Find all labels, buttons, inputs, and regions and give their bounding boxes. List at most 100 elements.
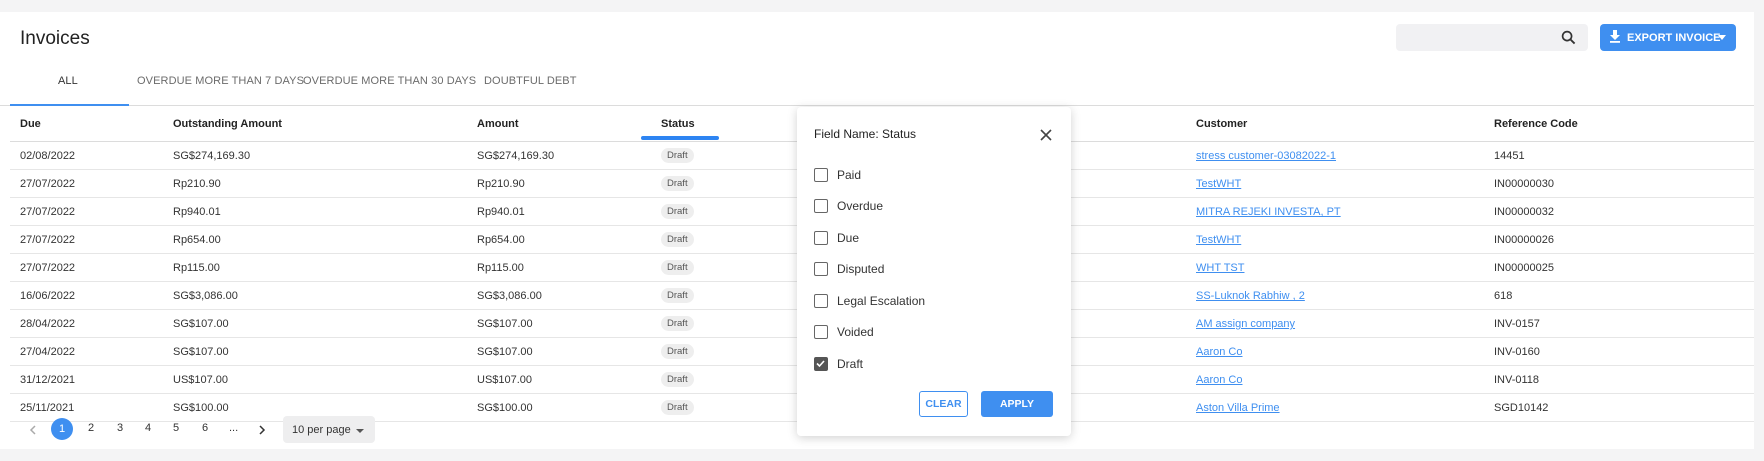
status-badge: Draft — [661, 176, 694, 191]
page-4-button[interactable]: 4 — [145, 422, 151, 434]
tab-all[interactable]: ALL — [58, 75, 78, 87]
column-header-customer[interactable]: Customer — [1196, 118, 1247, 130]
column-header-outstanding-amount[interactable]: Outstanding Amount — [173, 118, 282, 130]
per-page-select[interactable]: 10 per page — [283, 416, 375, 443]
due-date: 28/04/2022 — [20, 318, 76, 330]
due-date: 16/06/2022 — [20, 290, 76, 302]
status-badge: Draft — [661, 372, 694, 387]
search-input[interactable] — [1396, 24, 1588, 51]
outstanding-amount: Rp115.00 — [173, 262, 220, 274]
customer-link[interactable]: Aaron Co — [1196, 346, 1242, 358]
apply-button[interactable]: APPLY — [981, 391, 1053, 417]
option-label: Paid — [837, 168, 862, 182]
outstanding-amount: Rp654.00 — [173, 234, 221, 246]
column-header-reference-code[interactable]: Reference Code — [1494, 118, 1578, 130]
reference-code: IN00000030 — [1494, 178, 1554, 190]
close-icon[interactable] — [1040, 129, 1052, 141]
checkbox[interactable] — [814, 262, 828, 276]
amount: US$107.00 — [477, 374, 533, 386]
option-label: Draft — [837, 357, 864, 371]
clear-button[interactable]: CLEAR — [919, 391, 968, 417]
chevron-down-icon — [356, 429, 364, 433]
customer-link[interactable]: TestWHT — [1196, 234, 1241, 246]
option-label: Voided — [837, 325, 874, 339]
option-label: Disputed — [837, 262, 885, 276]
amount: SG$274,169.30 — [477, 150, 555, 162]
tab-doubtful-debt[interactable]: DOUBTFUL DEBT — [484, 75, 577, 87]
pagination: 1 2 3 4 5 6 ... 10 per page — [0, 416, 400, 444]
outstanding-amount: US$107.00 — [173, 374, 229, 386]
tab-overdue-7-days[interactable]: OVERDUE MORE THAN 7 DAYS — [137, 75, 304, 87]
reference-code: INV-0118 — [1494, 374, 1540, 386]
chevron-down-icon[interactable] — [1718, 35, 1726, 40]
export-invoice-button[interactable]: EXPORT INVOICE — [1600, 24, 1736, 51]
chevron-left-icon[interactable] — [29, 425, 37, 435]
customer-link[interactable]: SS-Luknok Rabhiw , 2 — [1196, 290, 1305, 302]
outstanding-amount: SG$274,169.30 — [173, 150, 251, 162]
chevron-right-icon[interactable] — [258, 425, 266, 435]
checkbox-checked[interactable] — [814, 357, 828, 371]
page-3-button[interactable]: 3 — [117, 422, 123, 434]
option-label: Overdue — [837, 199, 884, 213]
page-2-button[interactable]: 2 — [88, 422, 94, 434]
customer-link[interactable]: Aston Villa Prime — [1196, 402, 1280, 414]
checkbox[interactable] — [814, 231, 828, 245]
outstanding-amount: SG$100.00 — [173, 402, 229, 414]
export-invoice-label: EXPORT INVOICE — [1627, 32, 1721, 44]
amount: Rp654.00 — [477, 234, 525, 246]
status-filter-indicator — [641, 136, 719, 140]
option-label: Legal Escalation — [837, 294, 926, 308]
checkbox[interactable] — [814, 294, 828, 308]
customer-link[interactable]: MITRA REJEKI INVESTA, PT — [1196, 206, 1341, 218]
customer-link[interactable]: WHT TST — [1196, 262, 1244, 274]
status-filter-popover: Field Name: Status Paid Overdue Due Disp… — [797, 107, 1071, 436]
reference-code: INV-0157 — [1494, 318, 1540, 330]
reference-code: IN00000026 — [1494, 234, 1554, 246]
reference-code: IN00000032 — [1494, 206, 1554, 218]
page-ellipsis[interactable]: ... — [229, 422, 238, 434]
amount: Rp210.90 — [477, 178, 525, 190]
status-badge: Draft — [661, 400, 694, 415]
invoice-tabs: ALL OVERDUE MORE THAN 7 DAYS OVERDUE MOR… — [0, 56, 1754, 106]
amount: SG$100.00 — [477, 402, 533, 414]
due-date: 02/08/2022 — [20, 150, 76, 162]
reference-code: 14451 — [1494, 150, 1525, 162]
status-badge: Draft — [661, 148, 694, 163]
checkbox[interactable] — [814, 199, 828, 213]
due-date: 27/04/2022 — [20, 346, 76, 358]
amount: SG$3,086.00 — [477, 290, 542, 302]
page-5-button[interactable]: 5 — [173, 422, 179, 434]
page-title: Invoices — [20, 28, 90, 49]
active-tab-indicator — [10, 104, 129, 106]
outstanding-amount: Rp210.90 — [173, 178, 221, 190]
page-6-button[interactable]: 6 — [202, 422, 208, 434]
status-badge: Draft — [661, 204, 694, 219]
filter-title: Field Name: Status — [814, 127, 917, 141]
due-date: 31/12/2021 — [20, 374, 76, 386]
tab-overdue-30-days[interactable]: OVERDUE MORE THAN 30 DAYS — [303, 75, 476, 87]
per-page-label: 10 per page — [292, 424, 351, 436]
search-icon[interactable] — [1561, 30, 1576, 45]
reference-code: IN00000025 — [1494, 262, 1554, 274]
status-badge: Draft — [661, 316, 694, 331]
reference-code: SGD10142 — [1494, 402, 1549, 414]
due-date: 27/07/2022 — [20, 206, 76, 218]
column-header-status[interactable]: Status — [661, 118, 695, 130]
status-badge: Draft — [661, 260, 694, 275]
customer-link[interactable]: TestWHT — [1196, 178, 1241, 190]
page-1-button[interactable]: 1 — [51, 418, 73, 440]
due-date: 27/07/2022 — [20, 178, 76, 190]
option-label: Due — [837, 231, 860, 245]
checkbox[interactable] — [814, 325, 828, 339]
customer-link[interactable]: stress customer-03082022-1 — [1196, 150, 1336, 162]
customer-link[interactable]: Aaron Co — [1196, 374, 1242, 386]
amount: SG$107.00 — [477, 346, 533, 358]
column-header-amount[interactable]: Amount — [477, 118, 519, 130]
column-header-due[interactable]: Due — [20, 118, 41, 130]
outstanding-amount: SG$3,086.00 — [173, 290, 238, 302]
reference-code: INV-0160 — [1494, 346, 1540, 358]
due-date: 27/07/2022 — [20, 262, 76, 274]
customer-link[interactable]: AM assign company — [1196, 318, 1295, 330]
checkbox[interactable] — [814, 168, 828, 182]
amount: Rp940.01 — [477, 206, 525, 218]
